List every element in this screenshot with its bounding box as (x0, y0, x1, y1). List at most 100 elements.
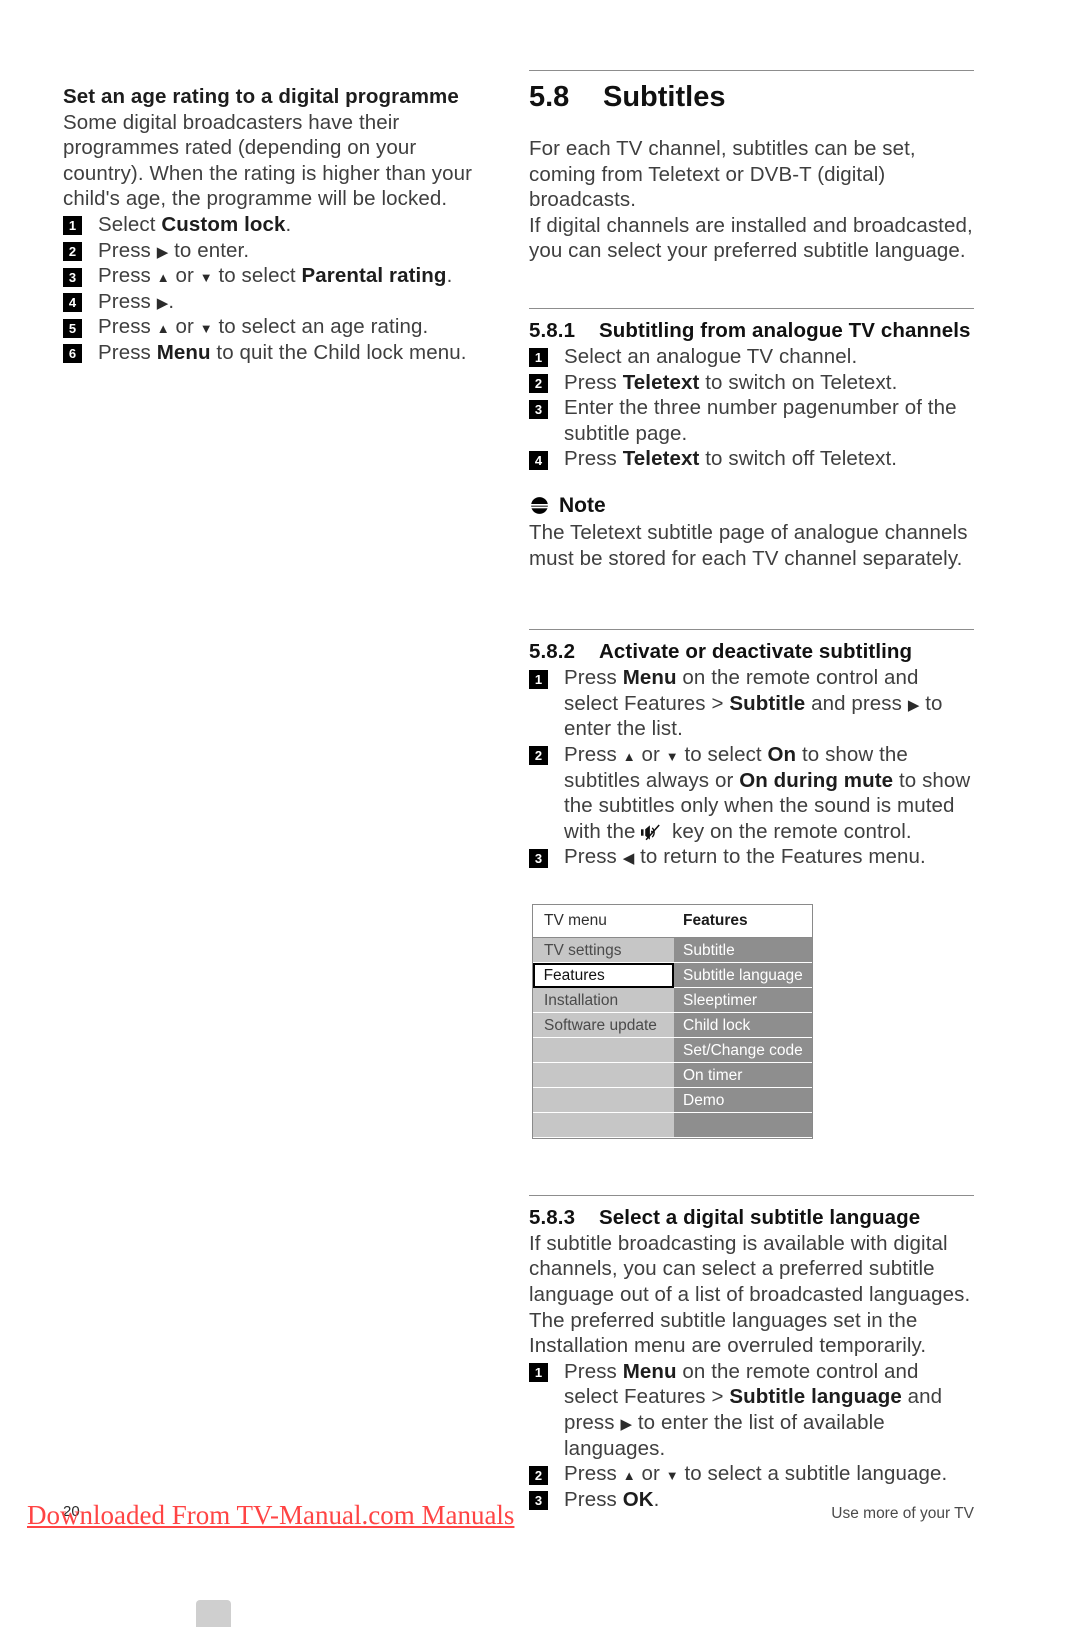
step-number-badge: 4 (63, 293, 82, 313)
step-item: 2 Press ▶ to enter. (63, 238, 493, 264)
section-heading: 5.8 Subtitles (529, 80, 974, 114)
tv-menu-header: TV menu Features (533, 904, 812, 938)
step-text: Press ▶. (98, 289, 175, 313)
mute-icon (641, 824, 663, 841)
left-column-steps: 1 Select Custom lock. 2 Press ▶ to enter. 3 P… (63, 212, 493, 366)
step-number-badge: 1 (529, 1363, 548, 1383)
step-item: 2 Press ▲ or ▼ to select a subtitle langu… (529, 1461, 974, 1487)
document-page: Set an age rating to a digital programme… (0, 0, 1080, 1627)
tv-menu-item[interactable]: TV settings (533, 937, 674, 963)
step-number-badge: 2 (529, 746, 548, 766)
tv-menu-header-right: Features (683, 911, 748, 929)
watermark-link[interactable]: Downloaded From TV-Manual.com Manuals (27, 1500, 514, 1531)
step-item: 1 Select Custom lock. (63, 212, 493, 238)
footer-tagline: Use more of your TV (831, 1505, 974, 1522)
subsection-582-divider (529, 629, 974, 631)
step-text: Press Menu to quit the Child lock menu. (98, 340, 467, 364)
step-item: 1 Press Menu on the remote control and se… (529, 665, 974, 742)
step-text: Press ▲ or ▼ to select a subtitle langua… (564, 1462, 948, 1486)
step-item: 3 Press ◀ to return to the Features menu. (529, 844, 974, 870)
tv-menu-item[interactable] (533, 1087, 674, 1113)
subsection-582-title: Activate or deactivate subtitling (599, 640, 913, 664)
step-text: Press ▲ or ▼ to select On to show the su… (564, 742, 971, 843)
tv-menu-item[interactable]: Software update (533, 1012, 674, 1038)
step-item: 6 Press Menu to quit the Child lock menu. (63, 340, 493, 366)
step-text: Press ◀ to return to the Features menu. (564, 845, 926, 869)
note-text: The Teletext subtitle page of analogue c… (529, 520, 968, 570)
subsection-581-number: 5.8.1 (529, 318, 576, 342)
step-text: Press Menu on the remote control and sel… (564, 1359, 943, 1460)
left-column-heading: Set an age rating to a digital programme (63, 85, 459, 108)
step-number-badge: 2 (63, 242, 82, 262)
note-icon (530, 497, 549, 515)
step-text: Press ▲ or ▼ to select an age rating. (98, 315, 429, 339)
step-item: 4 Press Teletext to switch off Teletext. (529, 446, 974, 472)
subsection-583-steps: 1 Press Menu on the remote control and se… (529, 1359, 974, 1513)
tv-menu-feature-item[interactable]: On timer (674, 1062, 812, 1088)
step-text: Press ▶ to enter. (98, 238, 250, 262)
left-column-paragraph: Some digital broadcasters have their pro… (63, 110, 473, 211)
tv-menu-figure: TV menu Features TV settings Features Inst… (532, 903, 813, 1139)
left-column: Set an age rating to a digital programme… (63, 84, 493, 366)
subsection-581-heading: 5.8.1 Subtitling from analogue TV channe… (529, 318, 974, 344)
tv-menu-feature-item[interactable]: Demo (674, 1087, 812, 1113)
subsection-583-divider (529, 1194, 974, 1196)
step-item: 5 Press ▲ or ▼ to select an age rating. (63, 314, 493, 340)
subsection-581-title: Subtitling from analogue TV channels (599, 318, 971, 342)
step-item: 3 Enter the three number pagenumber of th… (529, 395, 974, 446)
step-number-badge: 1 (529, 669, 548, 689)
subsection-583-paragraph: If subtitle broadcasting is available wi… (529, 1231, 971, 1358)
note-heading: Note (529, 494, 974, 518)
subsection-582-number: 5.8.2 (529, 640, 576, 664)
tv-menu-body: TV settings Features Installation Software … (533, 937, 812, 1138)
step-item: 2 Press ▲ or ▼ to select On to show the s… (529, 742, 974, 844)
step-item: 3 Press ▲ or ▼ to select Parental rating. (63, 263, 493, 289)
step-number-badge: 3 (63, 267, 82, 287)
tv-menu-left-list: TV settings Features Installation Software … (533, 937, 674, 1138)
right-column: 5.8 Subtitles For each TV channel, subti… (529, 70, 974, 1512)
section-intro-2: If digital channels are installed and br… (529, 213, 973, 263)
section-title: Subtitles (603, 81, 726, 113)
step-text: Press Teletext to switch off Teletext. (564, 447, 898, 471)
step-number-badge: 1 (529, 348, 548, 368)
step-text: Press OK. (564, 1487, 660, 1511)
tv-menu-header-left: TV menu (544, 911, 607, 929)
step-text: Press ▲ or ▼ to select Parental rating. (98, 264, 453, 288)
tv-menu-feature-item[interactable]: Child lock (674, 1012, 812, 1038)
tv-menu-item-selected[interactable]: Features (533, 962, 674, 988)
step-number-badge: 5 (63, 318, 82, 338)
subsection-582-heading: 5.8.2 Activate or deactivate subtitling (529, 639, 974, 665)
step-number-badge: 2 (529, 374, 548, 394)
tv-menu-item[interactable] (533, 1037, 674, 1063)
tv-menu-feature-item[interactable] (674, 1112, 812, 1138)
section-divider (529, 70, 974, 71)
subsection-581-steps: 1 Select an analogue TV channel. 2 Press Te… (529, 344, 974, 472)
tv-menu-item[interactable]: Installation (533, 987, 674, 1013)
step-number-badge: 3 (529, 1491, 548, 1511)
step-text: Enter the three number pagenumber of the… (564, 396, 957, 445)
subsection-583-number: 5.8.3 (529, 1205, 576, 1229)
tv-menu-item[interactable] (533, 1112, 674, 1138)
tv-menu-feature-item[interactable]: Subtitle (674, 937, 812, 963)
tv-menu-feature-item[interactable]: Subtitle language (674, 962, 812, 988)
tv-menu-feature-item[interactable]: Set/Change code (674, 1037, 812, 1063)
step-number-badge: 4 (529, 450, 548, 470)
tv-menu-feature-item[interactable]: Sleeptimer (674, 987, 812, 1013)
section-intro-1: For each TV channel, subtitles can be se… (529, 137, 916, 212)
tv-menu-item[interactable] (533, 1062, 674, 1088)
step-number-badge: 3 (529, 399, 548, 419)
step-text: Press Teletext to switch on Teletext. (564, 370, 898, 394)
step-text: Select Custom lock. (98, 212, 292, 236)
step-text: Select an analogue TV channel. (564, 344, 858, 368)
subsection-582-steps: 1 Press Menu on the remote control and se… (529, 665, 974, 870)
subsection-581-divider (529, 307, 974, 309)
note-label: Note (559, 493, 606, 517)
step-number-badge: 3 (529, 848, 548, 868)
step-item: 1 Press Menu on the remote control and se… (529, 1359, 974, 1461)
step-item: 2 Press Teletext to switch on Teletext. (529, 370, 974, 396)
page-edge-tab (196, 1600, 231, 1627)
step-number-badge: 6 (63, 344, 82, 364)
step-item: 4 Press ▶. (63, 289, 493, 315)
step-item: 1 Select an analogue TV channel. (529, 344, 974, 370)
step-text: Press Menu on the remote control and sel… (564, 666, 943, 741)
